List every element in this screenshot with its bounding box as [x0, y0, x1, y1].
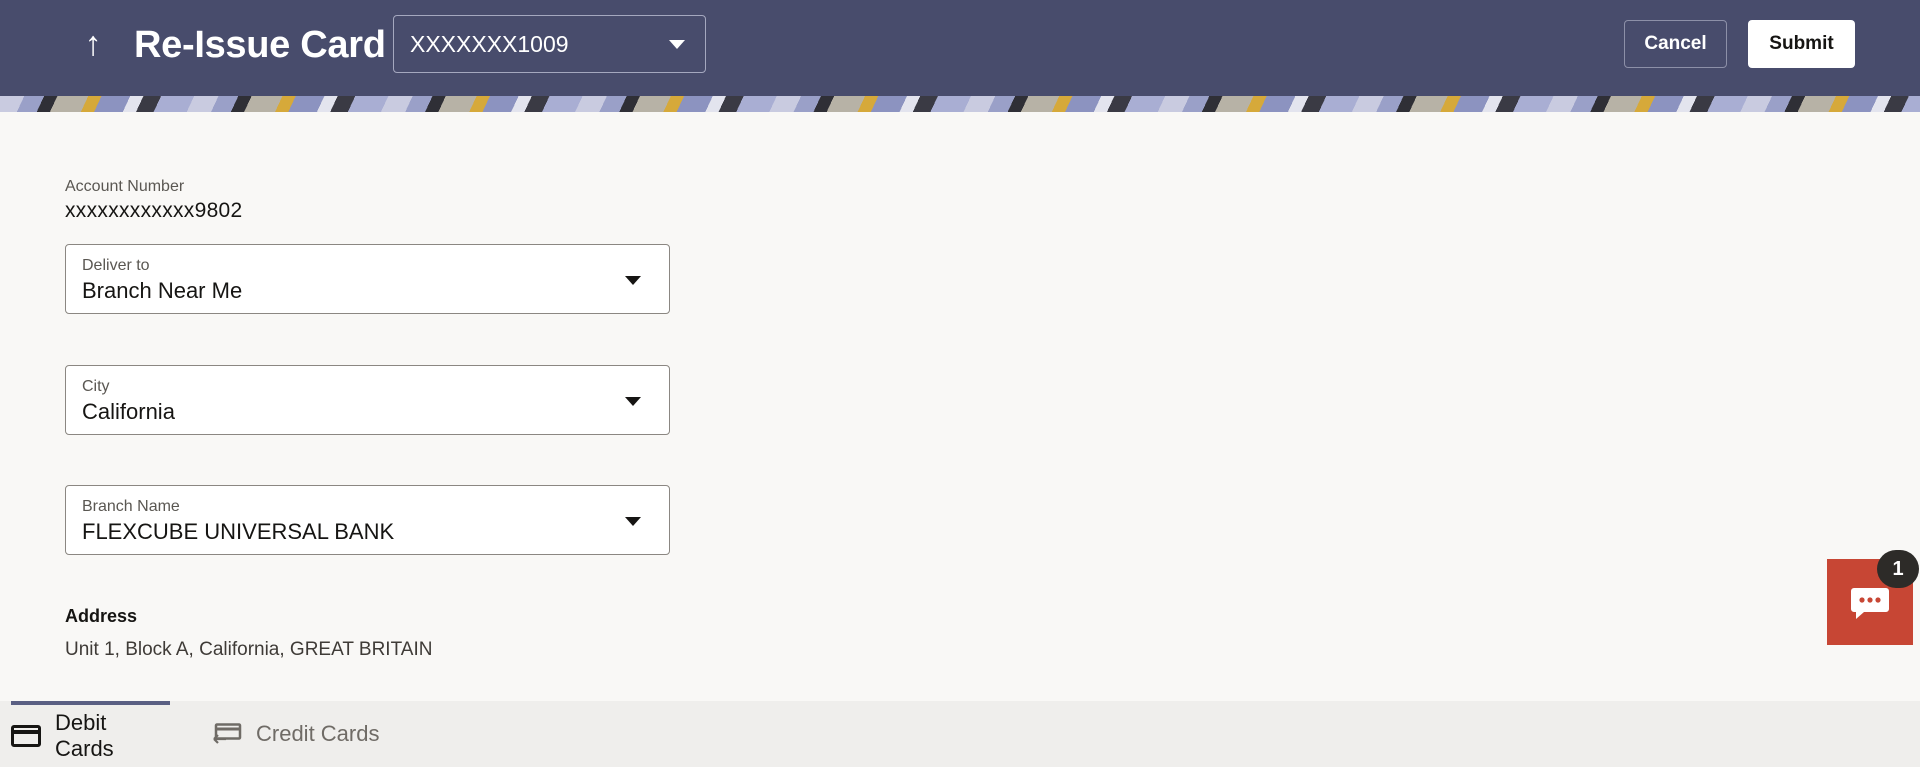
tab-debit-cards-label: Debit Cards [55, 710, 114, 761]
page-header: ↑ Re-Issue Card XXXXXXX1009 Cancel Submi… [0, 0, 1920, 96]
account-number-label: Account Number [65, 178, 185, 195]
address-value: Unit 1, Block A, California, GREAT BRITA… [65, 639, 433, 660]
back-arrow-icon[interactable]: ↑ [78, 24, 108, 64]
chevron-down-icon [625, 517, 641, 526]
city-select[interactable]: City California [65, 365, 670, 435]
header-decorative-band [0, 96, 1920, 112]
address-label: Address [65, 606, 138, 626]
submit-button[interactable]: Submit [1748, 20, 1855, 68]
card-number-select[interactable]: XXXXXXX1009 [393, 15, 706, 73]
chevron-down-icon [669, 40, 685, 49]
credit-card-icon [212, 723, 242, 745]
chat-notification-badge: 1 [1877, 550, 1919, 588]
branch-name-value: FLEXCUBE UNIVERSAL BANK [82, 519, 395, 544]
deliver-to-value: Branch Near Me [82, 278, 243, 303]
city-value: California [82, 399, 175, 424]
tab-credit-cards-label: Credit Cards [256, 721, 380, 746]
branch-name-select[interactable]: Branch Name FLEXCUBE UNIVERSAL BANK [65, 485, 670, 555]
deliver-to-label: Deliver to [82, 257, 150, 274]
branch-name-label: Branch Name [82, 498, 180, 515]
deliver-to-select[interactable]: Deliver to Branch Near Me [65, 244, 670, 314]
page-title: Re-Issue Card [134, 24, 386, 66]
debit-card-icon [11, 725, 41, 747]
city-label: City [82, 378, 110, 395]
chevron-down-icon [625, 276, 641, 285]
tab-credit-cards[interactable]: Credit Cards [212, 701, 412, 767]
account-number-value: xxxxxxxxxxxx9802 [65, 199, 243, 222]
card-number-value: XXXXXXX1009 [410, 31, 569, 57]
chevron-down-icon [625, 397, 641, 406]
cancel-button[interactable]: Cancel [1624, 20, 1727, 68]
card-type-tabbar: Debit Cards Credit Cards [0, 701, 1920, 767]
tab-debit-cards[interactable]: Debit Cards [11, 701, 170, 767]
